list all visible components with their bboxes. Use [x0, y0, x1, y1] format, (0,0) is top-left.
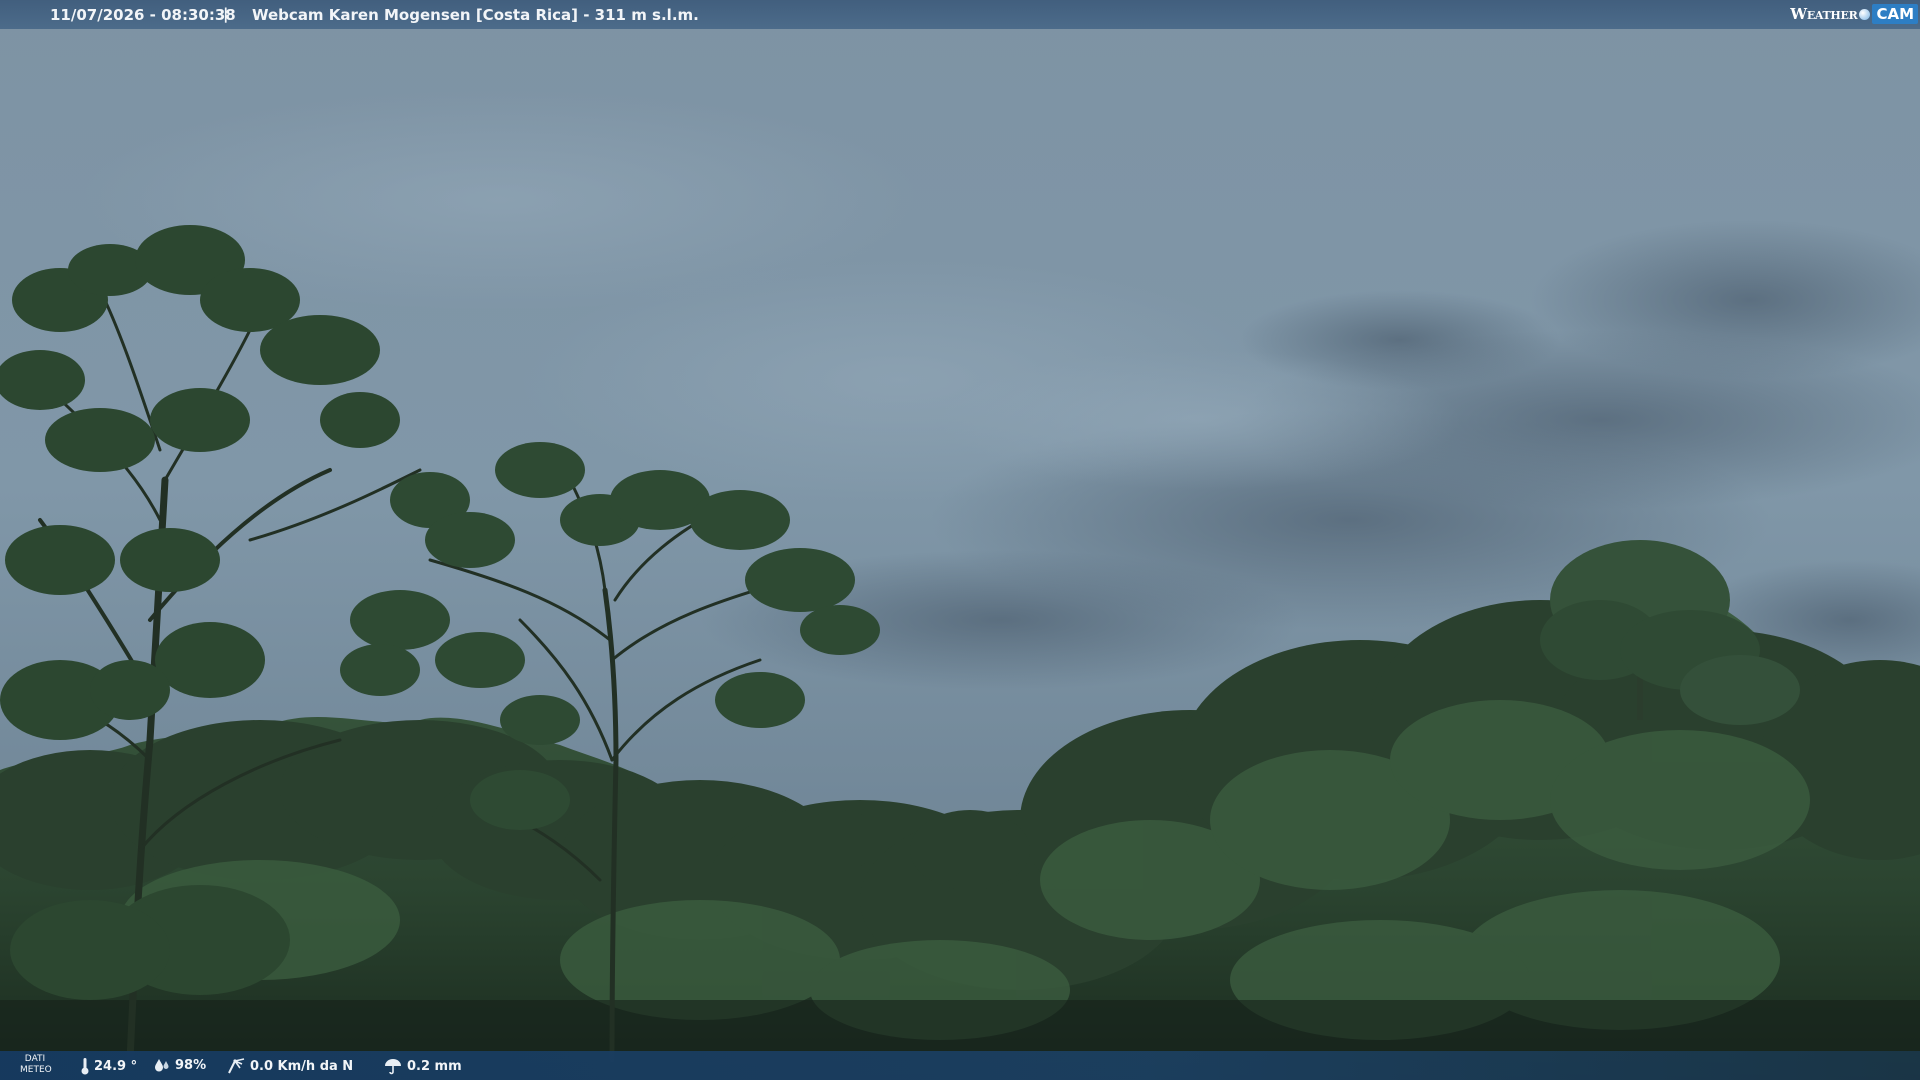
webcam-frame: 11/07/2026 - 08:30:38 | Webcam Karen Mog… [0, 0, 1920, 1080]
meteo-label-line2: METEO [20, 1065, 52, 1075]
webcam-scene [0, 0, 1920, 1080]
humidity-drops-icon [155, 1059, 169, 1072]
logo-cam-text: CAM [1872, 4, 1918, 24]
humidity-reading: 98% [153, 1057, 206, 1073]
wind-value: 0.0 Km/h da N [250, 1058, 354, 1074]
wind-reading: 0.0 Km/h da N [226, 1057, 353, 1075]
umbrella-icon [385, 1059, 401, 1075]
webcam-header-bar: 11/07/2026 - 08:30:38 | Webcam Karen Mog… [0, 0, 1920, 29]
temperature-value: 24.9 ° [94, 1058, 138, 1074]
logo-dot-icon [1859, 8, 1871, 20]
webcam-location: Webcam Karen Mogensen [Costa Rica] - 311… [252, 6, 699, 24]
weathercam-logo: Weather CAM [1790, 3, 1918, 25]
thermometer-icon [81, 1058, 89, 1075]
wind-vane-icon [228, 1058, 245, 1074]
temperature-reading: 24.9 ° [80, 1057, 137, 1075]
rain-value: 0.2 mm [407, 1058, 462, 1074]
logo-weather-text: Weather [1790, 5, 1858, 23]
meteo-label-line1: DATI [24, 1054, 46, 1064]
meteo-data-bar: DATI METEO 24.9 ° 98% 0.0 Km/h da N 0.2 … [0, 1051, 1920, 1080]
humidity-value: 98% [175, 1057, 207, 1073]
rain-reading: 0.2 mm [383, 1057, 462, 1075]
header-separator: | [223, 5, 229, 23]
timestamp: 11/07/2026 - 08:30:38 [50, 6, 236, 24]
meteo-label: DATI METEO [20, 1054, 52, 1076]
